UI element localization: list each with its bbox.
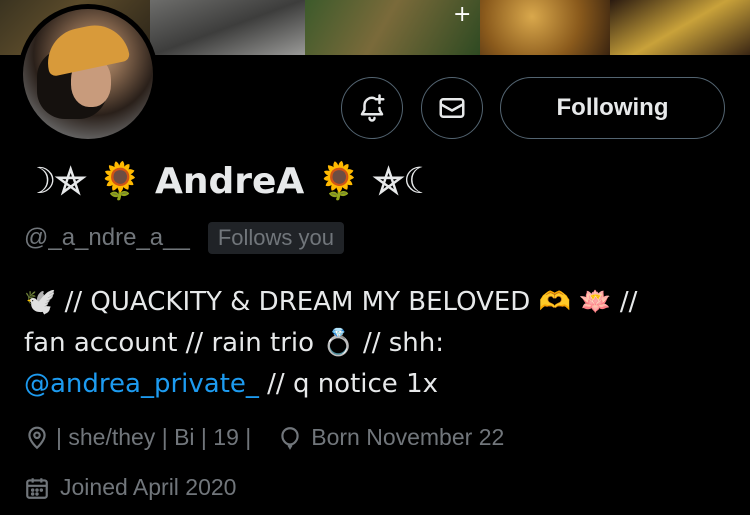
plus-icon: + <box>453 2 472 27</box>
bio-mention-link[interactable]: @andrea_private_ <box>24 369 259 399</box>
location-text: | she/they | Bi | 19 | <box>56 424 252 450</box>
notifications-button[interactable] <box>341 77 403 139</box>
balloon-icon <box>281 426 299 450</box>
following-button[interactable]: Following <box>500 77 725 139</box>
location-pin-icon <box>28 426 46 449</box>
follows-you-badge: Follows you <box>207 222 344 254</box>
profile-meta-row-2: Joined April 2020 <box>24 474 236 501</box>
banner-image-2 <box>150 0 305 55</box>
bio-line-3-text: // q notice 1x <box>258 369 438 399</box>
birthday-text: Born November 22 <box>311 424 505 450</box>
message-button[interactable] <box>421 77 483 139</box>
bell-plus-icon <box>360 94 385 122</box>
handle-row: @_a_ndre_a__ Follows you <box>24 222 344 254</box>
banner-image-4 <box>480 0 610 55</box>
joined-text: Joined April 2020 <box>60 474 237 500</box>
avatar[interactable] <box>18 4 158 144</box>
calendar-icon <box>26 477 48 499</box>
avatar-cap <box>41 18 131 78</box>
avatar-photo <box>23 9 153 139</box>
handle: @_a_ndre_a__ <box>24 224 190 251</box>
bio: 🕊️ // QUACKITY & DREAM MY BELOVED 🫶 🪷 //… <box>24 282 724 405</box>
bio-line-2: fan account // rain trio 💍 // shh: <box>24 328 445 358</box>
bio-line-1: 🕊️ // QUACKITY & DREAM MY BELOVED 🫶 🪷 // <box>24 287 638 317</box>
display-name: ☽⛤ 🌻 AndreA 🌻 ⛤☾ <box>24 161 436 202</box>
bio-line-3: @andrea_private_ // q notice 1x <box>24 364 724 405</box>
banner-image-3: + <box>305 0 480 55</box>
envelope-icon <box>439 98 465 118</box>
profile-meta-row-1: | she/they | Bi | 19 | Born November 22 <box>24 424 504 451</box>
banner-image-5 <box>610 0 750 55</box>
